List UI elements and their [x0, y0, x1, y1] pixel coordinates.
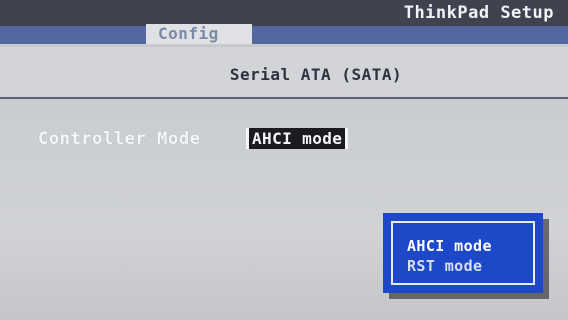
title-bar: ThinkPad Setup	[0, 0, 568, 26]
tab-config[interactable]: Config	[146, 24, 252, 44]
option-popup: AHCI mode RST mode	[383, 213, 543, 293]
option-list: AHCI mode RST mode	[391, 221, 535, 285]
section-title: Serial ATA (SATA)	[229, 65, 403, 84]
tab-bar	[0, 26, 568, 44]
option-ahci-mode[interactable]: AHCI mode	[407, 237, 492, 255]
controller-mode-label: Controller Mode	[38, 129, 201, 149]
option-rst-mode[interactable]: RST mode	[407, 257, 482, 275]
app-title: ThinkPad Setup	[403, 3, 554, 23]
controller-mode-value[interactable]: AHCI mode	[246, 128, 349, 149]
bios-setup-screen: ThinkPad Setup Config Serial ATA (SATA) …	[0, 0, 568, 320]
section-header: Serial ATA (SATA)	[0, 47, 568, 99]
